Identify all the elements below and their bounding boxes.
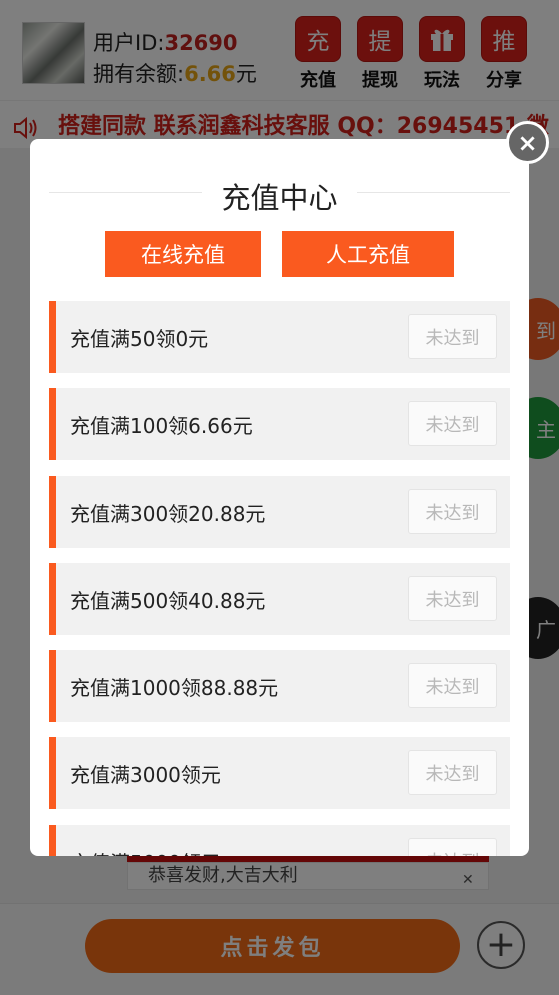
tier-accent bbox=[49, 476, 56, 548]
tier-status-button[interactable]: 未达到 bbox=[408, 576, 497, 621]
tier-row: 充值满300领20.88元 未达到 bbox=[49, 476, 510, 548]
tier-status-button[interactable]: 未达到 bbox=[408, 314, 497, 359]
tier-text: 充值满3000领元 bbox=[70, 763, 221, 787]
tier-row: 充值满3000领元 未达到 bbox=[49, 737, 510, 809]
tier-status-button[interactable]: 未达到 bbox=[408, 663, 497, 708]
tab-online-recharge[interactable]: 在线充值 bbox=[105, 231, 261, 277]
tier-text: 充值满300领20.88元 bbox=[70, 502, 266, 526]
tier-status-button[interactable]: 未达到 bbox=[408, 838, 497, 856]
tier-accent bbox=[49, 563, 56, 635]
tier-accent bbox=[49, 825, 56, 856]
tier-text: 充值满5000领元 bbox=[70, 847, 221, 856]
modal-title: 充值中心 bbox=[221, 181, 338, 215]
tier-text: 充值满1000领88.88元 bbox=[70, 676, 279, 700]
tier-accent bbox=[49, 737, 56, 809]
tab-manual-recharge[interactable]: 人工充值 bbox=[282, 231, 454, 277]
tier-status-button[interactable]: 未达到 bbox=[408, 750, 497, 795]
tier-row: 充值满100领6.66元 未达到 bbox=[49, 388, 510, 460]
tier-row: 充值满50领0元 未达到 bbox=[49, 301, 510, 373]
tier-text: 充值满50领0元 bbox=[70, 327, 209, 351]
tier-accent bbox=[49, 301, 56, 373]
tier-status-button[interactable]: 未达到 bbox=[408, 401, 497, 446]
close-icon[interactable]: × bbox=[506, 121, 549, 164]
tier-row: 充值满5000领元 未达到 bbox=[49, 825, 510, 856]
tier-text: 充值满500领40.88元 bbox=[70, 589, 266, 613]
recharge-center-modal: 充值中心 在线充值 人工充值 充值满50领0元 未达到 充值满100领6.66元… bbox=[30, 139, 529, 856]
tier-accent bbox=[49, 650, 56, 722]
tier-row: 充值满1000领88.88元 未达到 bbox=[49, 650, 510, 722]
tier-status-button[interactable]: 未达到 bbox=[408, 489, 497, 534]
tier-text: 充值满100领6.66元 bbox=[70, 414, 253, 438]
tier-row: 充值满500领40.88元 未达到 bbox=[49, 563, 510, 635]
tier-accent bbox=[49, 388, 56, 460]
